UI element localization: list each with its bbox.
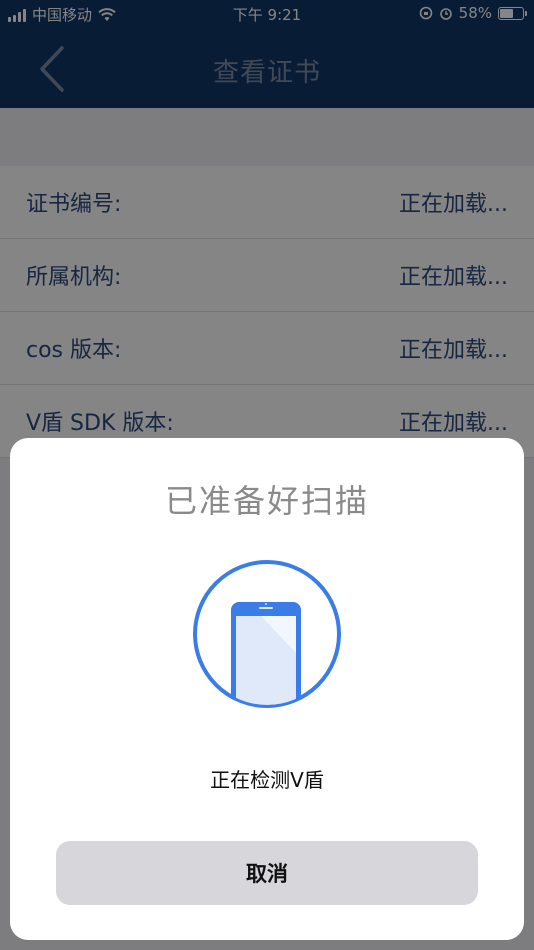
phone-scan-icon <box>193 560 341 708</box>
nfc-scan-sheet: 已准备好扫描 正在检测V盾 取消 <box>10 438 524 940</box>
cancel-button[interactable]: 取消 <box>56 841 478 905</box>
scan-status-text: 正在检测V盾 <box>210 768 324 792</box>
sheet-title: 已准备好扫描 <box>164 482 369 520</box>
